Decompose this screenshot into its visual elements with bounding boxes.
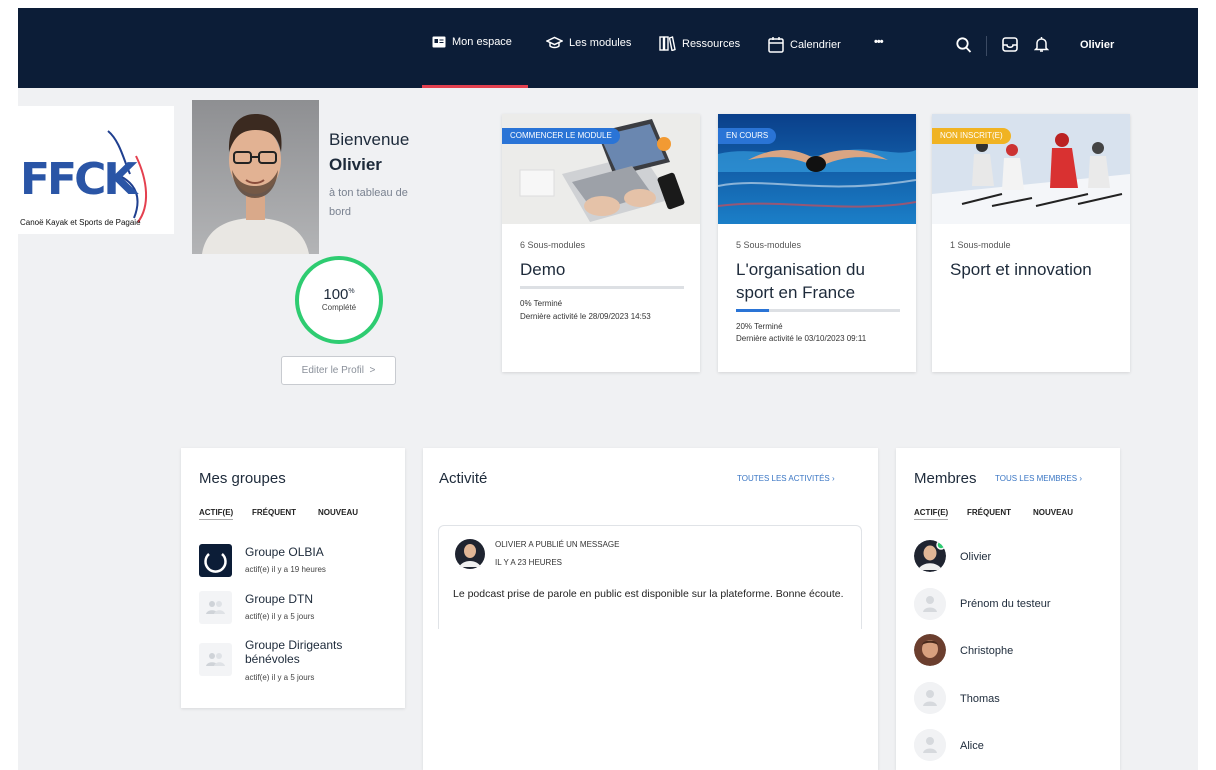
module-title: L'organisation du sport en France [736,260,865,302]
members-filter-frequent[interactable]: FRÉQUENT [967,508,1011,517]
group-people-icon [206,601,225,614]
groups-filter-new[interactable]: NOUVEAU [318,508,358,517]
members-filter-new[interactable]: NOUVEAU [1033,508,1073,517]
post-author-avatar[interactable] [455,539,485,569]
nav-mon-espace[interactable]: Mon espace [432,36,512,48]
app-frame: Mon espace Les modules Ressources Calend… [18,8,1198,770]
module-status-badge: EN COURS [718,128,777,144]
nav-label: Mon espace [452,36,512,48]
nav-label: Calendrier [790,38,841,51]
logo-letters: FFCK [20,154,137,205]
module-last-activity: Dernière activité le 03/10/2023 09:11 [736,334,867,343]
member-name[interactable]: Alice [960,740,984,752]
post-author-line: OLIVIER A PUBLIÉ UN MESSAGE [495,540,620,549]
members-panel-title: Membres [914,470,977,487]
member-name[interactable]: Prénom du testeur [960,598,1051,610]
groups-filter-frequent[interactable]: FRÉQUENT [252,508,296,517]
module-submodule-count: 6 Sous-modules [520,240,586,250]
module-card-demo[interactable]: COMMENCER LE MODULE 6 Sous-modules Demo … [502,114,700,372]
profile-photo [192,100,319,254]
bell-icon[interactable] [1034,36,1049,53]
ffck-logo: FFCK Canoë Kayak et Sports de Pagaie [18,106,174,234]
all-activities-link[interactable]: TOUTES LES ACTIVITÉS › [737,474,835,483]
nav-ressources[interactable]: Ressources [659,36,740,51]
group-last-active: actif(e) il y a 5 jours [245,612,315,621]
group-dirigeants-avatar[interactable] [199,643,232,676]
more-icon: ••• [874,36,884,48]
nav-les-modules[interactable]: Les modules [546,36,631,50]
chevron-right-icon: > [369,365,376,376]
members-filter-active[interactable]: ACTIF(E) [914,508,949,520]
group-last-active: actif(e) il y a 19 heures [245,565,326,574]
module-submodule-count: 1 Sous-module [950,240,1011,250]
module-title: Sport et innovation [950,260,1092,279]
nav-label: Ressources [682,37,741,50]
member-avatar-olivier[interactable] [914,540,946,572]
activity-panel: Activité TOUTES LES ACTIVITÉS › OLIVIER … [423,448,878,770]
logo-tagline: Canoë Kayak et Sports de Pagaie [20,218,141,227]
member-avatar-placeholder[interactable] [914,588,946,620]
inbox-icon[interactable] [1002,36,1018,53]
all-members-link[interactable]: TOUS LES MEMBRES › [995,474,1082,483]
activity-post: OLIVIER A PUBLIÉ UN MESSAGE IL Y A 23 HE… [438,525,862,629]
members-panel: Membres TOUS LES MEMBRES › ACTIF(E) FRÉQ… [896,448,1120,770]
member-avatar-placeholder[interactable] [914,729,946,761]
top-navigation-bar: Mon espace Les modules Ressources Calend… [18,8,1198,88]
module-status-badge: NON INSCRIT(E) [932,128,1011,144]
module-card-organisation[interactable]: EN COURS 5 Sous-modules L'organisation d… [718,114,916,372]
books-icon [659,36,676,51]
calendar-icon [768,37,784,53]
member-name[interactable]: Thomas [960,693,1000,705]
group-olbia-avatar[interactable] [199,544,232,577]
post-text: Le podcast prise de parole en public est… [453,588,844,600]
module-progress-bar [736,309,900,312]
group-last-active: actif(e) il y a 5 jours [245,673,315,682]
module-submodule-count: 5 Sous-modules [736,240,802,250]
post-time: IL Y A 23 HEURES [495,558,563,567]
group-dtn-avatar[interactable] [199,591,232,624]
profile-completion-ring: 100% Complété [295,256,383,344]
module-card-sport-innovation[interactable]: NON INSCRIT(E) 1 Sous-module Sport et in… [932,114,1130,372]
completion-label: Complété [321,303,357,312]
graduation-cap-icon [546,36,563,49]
module-last-activity: Dernière activité le 28/09/2023 14:53 [520,312,651,321]
group-people-icon [206,653,225,666]
welcome-greeting: Bienvenue [329,130,410,149]
module-progress-bar [520,286,684,289]
module-progress-fill [736,309,769,312]
member-name[interactable]: Christophe [960,645,1013,657]
circle-logo-icon [204,553,227,573]
activity-panel-title: Activité [439,470,488,487]
groups-panel: Mes groupes ACTIF(E) FRÉQUENT NOUVEAU Gr… [181,448,405,708]
nav-calendrier[interactable]: Calendrier [768,36,841,53]
group-name[interactable]: Groupe DTN [245,592,313,606]
member-name[interactable]: Olivier [960,551,991,563]
welcome-user-name: Olivier [329,155,382,174]
group-name[interactable]: Groupe Dirigeants bénévoles [245,638,375,666]
module-status-badge: COMMENCER LE MODULE [502,128,620,144]
groups-panel-title: Mes groupes [199,470,286,487]
module-progress-text: 20% Terminé [736,322,783,331]
edit-profile-button[interactable]: Editer le Profil > [281,356,396,385]
toolbar-divider [986,36,987,56]
group-name[interactable]: Groupe OLBIA [245,545,324,559]
completion-value: 100% [323,286,355,303]
module-progress-text: 0% Terminé [520,299,563,308]
nav-label: Les modules [569,37,632,49]
search-icon[interactable] [956,36,972,54]
active-nav-indicator [422,85,528,88]
groups-filter-active[interactable]: ACTIF(E) [199,508,234,520]
member-avatar-placeholder[interactable] [914,682,946,714]
welcome-subtitle: à ton tableau de bord [329,187,408,218]
user-menu[interactable]: Olivier [1080,39,1114,51]
id-card-icon [432,36,446,48]
nav-more-button[interactable]: ••• [874,36,884,48]
module-title: Demo [520,260,566,279]
member-avatar-christophe[interactable] [914,634,946,666]
